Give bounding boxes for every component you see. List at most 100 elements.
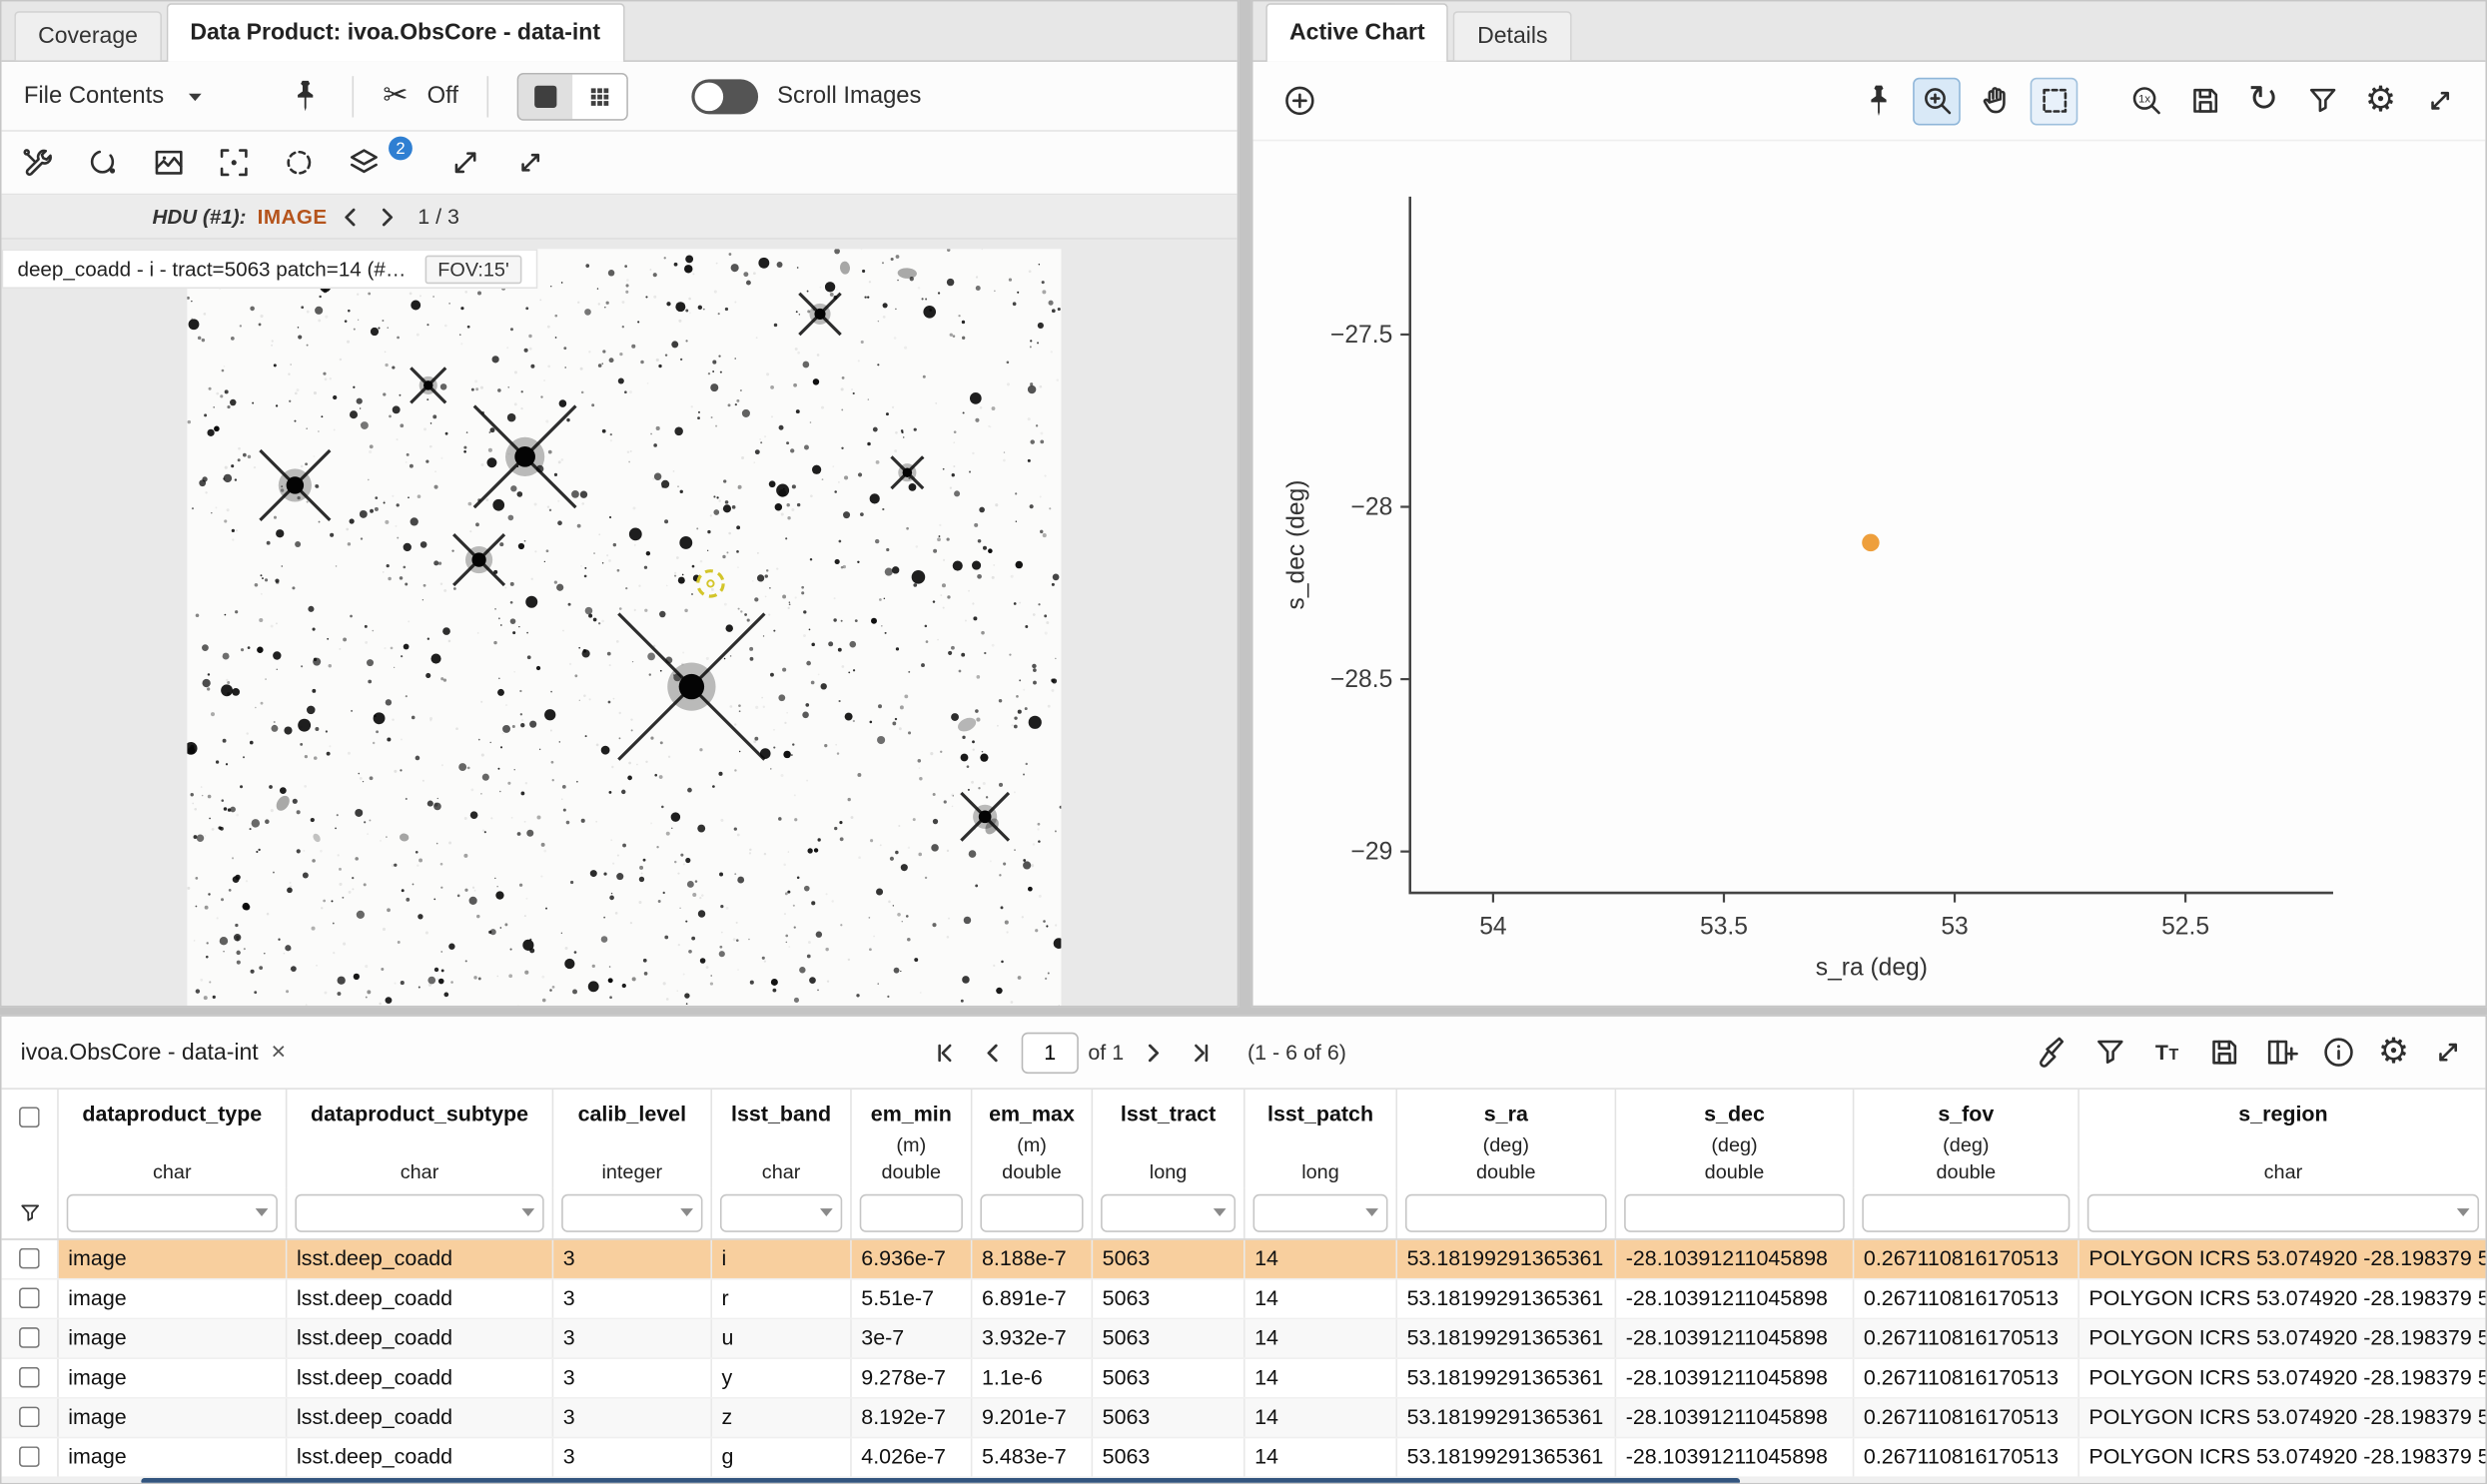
save-icon[interactable] (2206, 1034, 2243, 1071)
column-header-lsst_tract[interactable]: lsst_tractlong (1093, 1090, 1244, 1187)
table-row[interactable]: imagelsst.deep_coadd3i6.936e-78.188e-750… (2, 1240, 2486, 1280)
horizontal-scrollbar[interactable] (2, 1478, 2486, 1484)
row-checkbox[interactable] (19, 1367, 40, 1388)
chevron-down-icon[interactable] (183, 83, 208, 108)
column-header-em_max[interactable]: em_max(m)double (972, 1090, 1093, 1187)
add-chart-button[interactable] (1275, 77, 1323, 125)
single-view-button[interactable] (518, 74, 572, 118)
tab-active-chart[interactable]: Active Chart (1265, 3, 1448, 62)
column-header-em_min[interactable]: em_min(m)double (852, 1090, 973, 1187)
recenter-icon[interactable] (216, 145, 253, 182)
chart-point[interactable] (1862, 534, 1879, 551)
scissors-icon[interactable]: ✂ (383, 81, 408, 111)
tab-coverage[interactable]: Coverage (14, 11, 161, 60)
table-row[interactable]: imagelsst.deep_coadd3y9.278e-71.1e-65063… (2, 1359, 2486, 1399)
column-header-lsst_patch[interactable]: lsst_patchlong (1245, 1090, 1397, 1187)
page-number-input[interactable] (1022, 1032, 1079, 1073)
column-filter-input-em_max[interactable] (980, 1194, 1083, 1232)
column-filter-input-s_dec[interactable] (1624, 1194, 1845, 1232)
column-filter-input-s_fov[interactable] (1862, 1194, 2070, 1232)
scrollbar-thumb[interactable] (141, 1478, 1740, 1484)
table-tab[interactable]: ivoa.ObsCore - data-int × (21, 1040, 287, 1065)
hdu-prev-icon[interactable] (339, 204, 364, 229)
fits-image-icon[interactable] (151, 145, 188, 182)
tab-data-product[interactable]: Data Product: ivoa.ObsCore - data-int (167, 3, 624, 62)
column-filter-input-s_region[interactable] (2087, 1194, 2479, 1232)
chart-panel: Active Chart Details 1x ↻ ⚙ 5453.55352.5… (1251, 0, 2487, 1007)
info-icon[interactable] (2321, 1034, 2358, 1071)
column-filter-input-s_ra[interactable] (1405, 1194, 1607, 1232)
restore-chart-button[interactable]: ↻ (2239, 77, 2287, 125)
column-header-s_fov[interactable]: s_fov(deg)double (1854, 1090, 2078, 1187)
add-column-icon[interactable] (2264, 1034, 2301, 1071)
column-type: double (1476, 1160, 1536, 1187)
chart-tabbar: Active Chart Details (1253, 2, 2486, 62)
column-header-calib_level[interactable]: calib_levelinteger (553, 1090, 712, 1187)
file-contents-dropdown[interactable]: File Contents (24, 83, 164, 110)
cut-mode-label: Off (427, 83, 458, 110)
zoom-in-button[interactable] (1913, 77, 1961, 125)
column-header-s_ra[interactable]: s_ra(deg)double (1397, 1090, 1616, 1187)
column-filter-input-lsst_tract[interactable] (1101, 1194, 1236, 1232)
column-header-dataproduct_type[interactable]: dataproduct_typechar (59, 1090, 288, 1187)
scroll-images-toggle[interactable] (691, 79, 758, 114)
column-filter-input-dataproduct_type[interactable] (67, 1194, 278, 1232)
select-region-icon[interactable] (281, 145, 318, 182)
column-header-s_region[interactable]: s_regionchar (2079, 1090, 2487, 1187)
prev-page-button[interactable] (974, 1034, 1012, 1072)
table-row[interactable]: imagelsst.deep_coadd3r5.51e-76.891e-7506… (2, 1280, 2486, 1320)
table-row[interactable]: imagelsst.deep_coadd3g4.026e-75.483e-750… (2, 1438, 2486, 1478)
column-header-dataproduct_subtype[interactable]: dataproduct_subtypechar (287, 1090, 553, 1187)
row-checkbox-cell (2, 1240, 59, 1278)
image-canvas[interactable]: deep_coadd - i - tract=5063 patch=14 (#…… (2, 240, 1238, 1008)
cell-s_fov: 0.267110816170513 (1854, 1359, 2078, 1397)
tools-icon[interactable] (21, 145, 58, 182)
row-checkbox[interactable] (19, 1407, 40, 1428)
column-name: em_min (871, 1103, 952, 1134)
chart-settings-button[interactable]: ⚙ (2357, 77, 2405, 125)
row-checkbox[interactable] (19, 1287, 40, 1308)
save-chart-button[interactable] (2181, 77, 2229, 125)
text-view-icon[interactable]: TT (2149, 1034, 2186, 1071)
pin-chart-button[interactable] (1854, 77, 1902, 125)
page-of-label: of 1 (1088, 1041, 1124, 1065)
settings-icon[interactable]: ⚙ (2378, 1035, 2409, 1070)
cell-em_min: 8.192e-7 (852, 1399, 973, 1437)
scatter-chart[interactable]: 5453.55352.5−27.5−28−28.5−29s_ra (deg)s_… (1253, 141, 2486, 1005)
table-row[interactable]: imagelsst.deep_coadd3u3e-73.932e-7506314… (2, 1319, 2486, 1359)
expand-icon[interactable] (512, 145, 549, 182)
next-page-button[interactable] (1134, 1034, 1172, 1072)
compass-icon[interactable] (447, 145, 484, 182)
tab-details[interactable]: Details (1453, 11, 1571, 60)
pin-icon[interactable] (288, 78, 325, 115)
first-page-button[interactable] (926, 1034, 964, 1072)
color-table-icon[interactable] (86, 145, 123, 182)
select-area-button[interactable] (2031, 77, 2078, 125)
expand-icon[interactable] (2430, 1034, 2467, 1071)
filter-icon[interactable] (2092, 1034, 2129, 1071)
expand-chart-button[interactable] (2416, 77, 2464, 125)
grid-view-button[interactable] (572, 74, 626, 118)
row-checkbox[interactable] (19, 1248, 40, 1269)
column-header-lsst_band[interactable]: lsst_bandchar (712, 1090, 852, 1187)
column-filter-input-lsst_band[interactable] (720, 1194, 842, 1232)
last-page-button[interactable] (1181, 1034, 1219, 1072)
close-icon[interactable]: × (271, 1040, 286, 1065)
zoom-original-button[interactable]: 1x (2122, 77, 2170, 125)
column-filter-input-lsst_patch[interactable] (1253, 1194, 1388, 1232)
extract-icon[interactable] (2036, 1034, 2072, 1071)
cell-em_min: 9.278e-7 (852, 1359, 973, 1397)
layers-icon[interactable] (346, 145, 383, 182)
column-filter-input-dataproduct_subtype[interactable] (295, 1194, 543, 1232)
column-header-s_dec[interactable]: s_dec(deg)double (1616, 1090, 1854, 1187)
column-filter-input-em_min[interactable] (860, 1194, 963, 1232)
table-row[interactable]: imagelsst.deep_coadd3z8.192e-79.201e-750… (2, 1399, 2486, 1439)
row-checkbox[interactable] (19, 1327, 40, 1348)
column-filter-input-calib_level[interactable] (561, 1194, 702, 1232)
filter-chart-button[interactable] (2298, 77, 2346, 125)
sky-image[interactable] (187, 249, 1061, 1007)
hdu-next-icon[interactable] (375, 204, 400, 229)
pan-button[interactable] (1972, 77, 2020, 125)
row-checkbox[interactable] (19, 1446, 40, 1467)
select-all-checkbox[interactable] (19, 1107, 40, 1127)
